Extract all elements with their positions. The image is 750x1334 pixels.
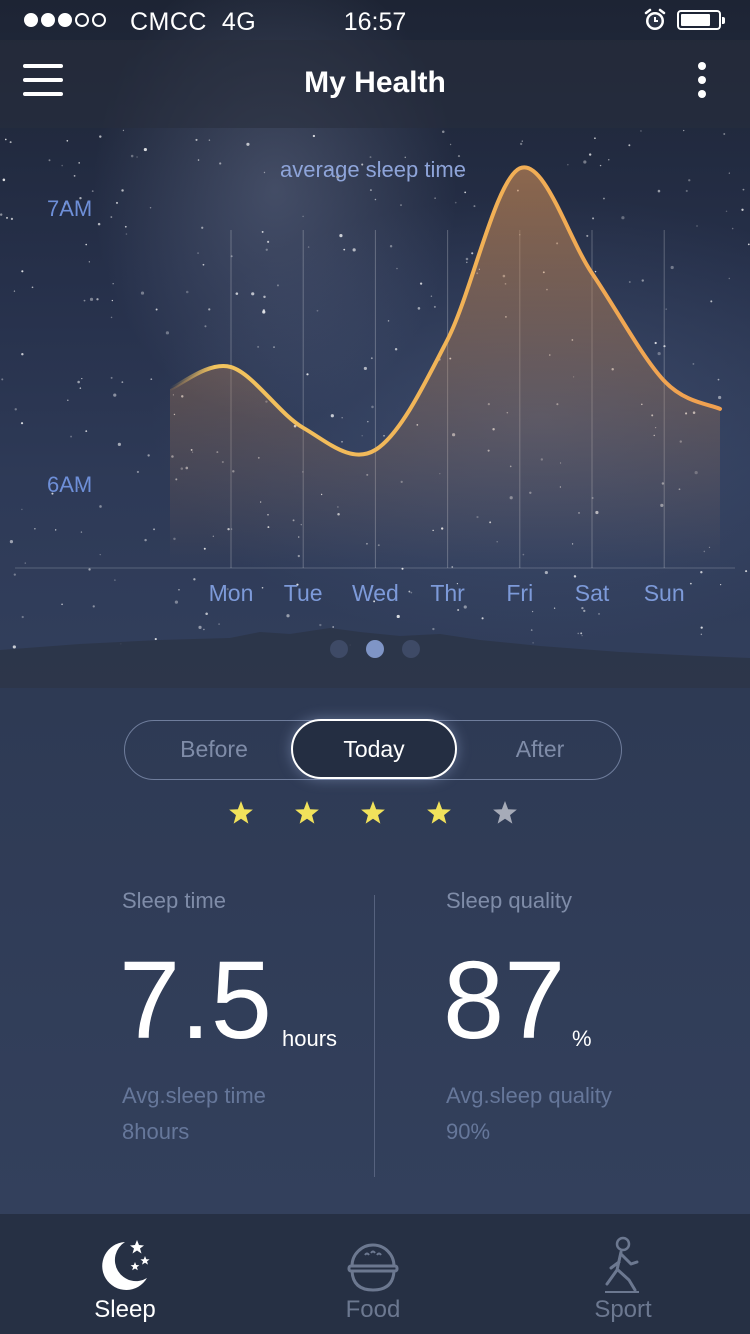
sleep-quality-stat: Sleep quality 87 % Avg.sleep quality 90% — [443, 888, 612, 1144]
avg-sleep-quality-label: Avg.sleep quality — [446, 1083, 612, 1108]
page-indicator — [0, 640, 750, 658]
sleep-chart-hero: CMCC 4G 16:57 My Health average sleep ti… — [0, 0, 750, 688]
sleep-rating — [228, 800, 518, 826]
page-dot[interactable] — [402, 640, 420, 658]
sleep-quality-unit: % — [572, 1026, 592, 1051]
x-tick-label: Sat — [574, 580, 610, 606]
avg-sleep-quality-value: 90% — [446, 1119, 491, 1144]
x-tick-label: Thr — [430, 580, 465, 606]
star-icon — [361, 801, 385, 824]
day-segmented-control: Before After Today — [124, 719, 623, 780]
star-icon — [427, 801, 451, 824]
tab-sleep[interactable]: Sleep — [0, 1214, 250, 1334]
tab-sport-label: Sport — [594, 1296, 652, 1323]
segment-before[interactable]: Before — [131, 721, 297, 778]
moon-stars-icon — [102, 1240, 150, 1290]
x-tick-label: Wed — [351, 580, 399, 606]
star-icon — [295, 801, 319, 824]
star-icon — [493, 801, 517, 824]
sleep-area-fill — [170, 167, 720, 568]
tab-food-label: Food — [345, 1296, 401, 1323]
rice-bowl-icon — [347, 1243, 399, 1292]
x-tick-label: Mon — [208, 580, 254, 606]
x-tick-label: Fri — [506, 580, 534, 606]
x-tick-label: Tue — [283, 580, 323, 606]
sleep-time-value: 7.5 — [119, 939, 272, 1062]
stat-divider — [374, 895, 375, 1177]
bottom-tab-bar: Sleep Food Sport — [0, 1214, 750, 1334]
sleep-time-stat: Sleep time 7.5 hours Avg.sleep time 8hou… — [119, 888, 337, 1144]
x-tick-label: Sun — [643, 580, 685, 606]
star-icon — [229, 801, 253, 824]
avg-sleep-time-label: Avg.sleep time — [122, 1083, 266, 1108]
segment-after[interactable]: After — [457, 721, 623, 778]
sleep-quality-label: Sleep quality — [446, 888, 572, 913]
avg-sleep-time-value: 8hours — [122, 1119, 190, 1144]
walking-person-icon — [605, 1236, 639, 1293]
tab-food[interactable]: Food — [248, 1214, 498, 1334]
sleep-time-unit: hours — [282, 1026, 338, 1051]
page-dot[interactable] — [330, 640, 348, 658]
page-dot[interactable] — [366, 640, 384, 658]
sleep-time-label: Sleep time — [122, 888, 226, 913]
sleep-quality-value: 87 — [443, 939, 566, 1062]
sleep-summary-panel: Before After Today Sleep time 7.5 hours … — [0, 688, 750, 1214]
tab-sport[interactable]: Sport — [498, 1214, 748, 1334]
segment-today[interactable]: Today — [291, 719, 457, 779]
tab-sleep-label: Sleep — [94, 1296, 156, 1323]
